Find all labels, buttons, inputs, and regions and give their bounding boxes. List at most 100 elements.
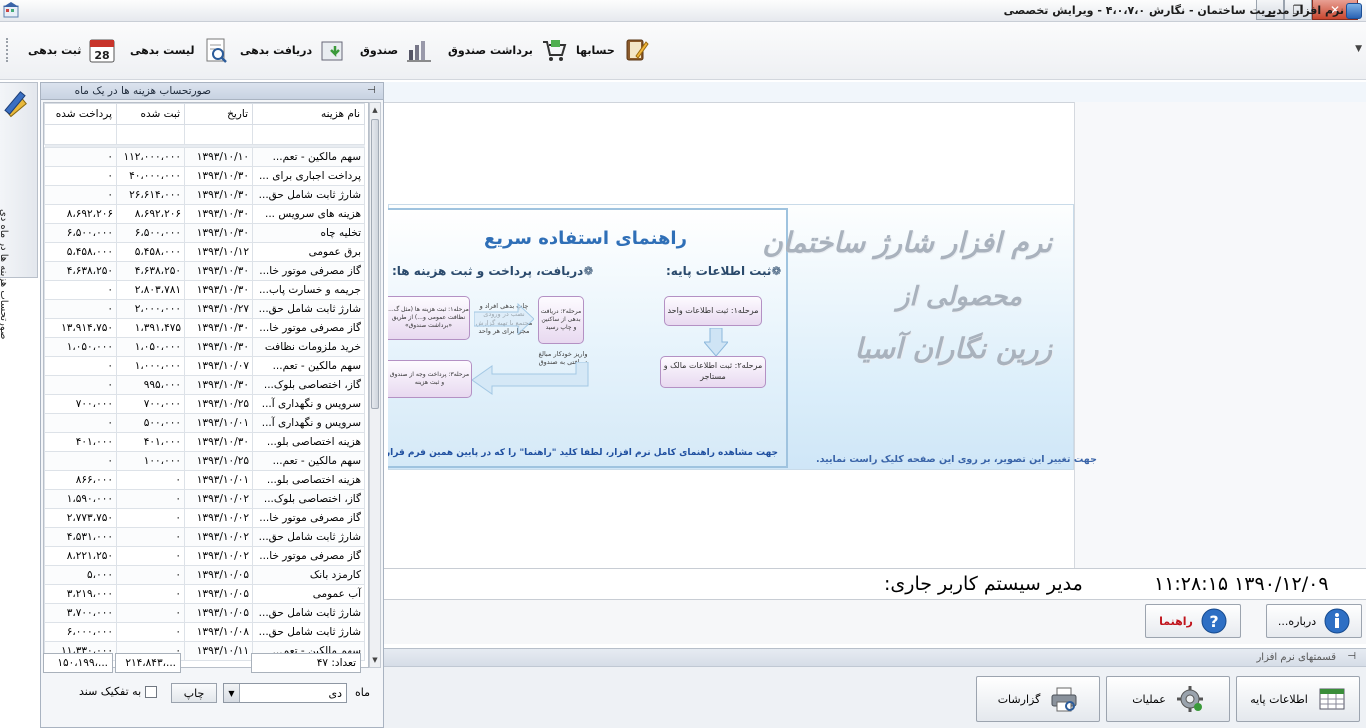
table-row[interactable]: ۴،۶۳۸،۲۵۰ ۴،۶۳۸،۲۵۰ ۱۳۹۳/۱۰/۳۰ گاز مصرفی مو… [44, 261, 365, 281]
toolbar-accounts-button[interactable]: حسابها [576, 32, 651, 68]
cell-paid: ۴،۶۳۸،۲۵۰ [44, 261, 117, 281]
guide-return-arrow-icon [472, 362, 589, 395]
cell-registered: ۲،۰۰۰،۰۰۰ [116, 299, 185, 319]
cell-name: شارژ ثابت شامل حق... [252, 185, 365, 205]
filter-cell-date[interactable] [184, 124, 253, 145]
cell-paid: ۵،۴۵۸،۰۰۰ [44, 242, 117, 262]
separate-by-document-checkbox[interactable]: به تفکیک سند [79, 685, 158, 698]
operations-button[interactable]: عملیات [1106, 676, 1230, 722]
scroll-up-icon[interactable]: ▲ [370, 103, 380, 117]
toolbar-overflow-chevron-icon[interactable]: ▼ [1355, 44, 1362, 54]
reports-button[interactable]: گزارشات [976, 676, 1100, 722]
table-row[interactable]: ۰ ۵۰۰،۰۰۰ ۱۳۹۳/۱۰/۰۱ سرویس و نگهداری آ... [44, 413, 365, 433]
table-row[interactable]: ۵،۴۵۸،۰۰۰ ۵،۴۵۸،۰۰۰ ۱۳۹۳/۱۰/۱۲ برق عمومی [44, 242, 365, 262]
table-row[interactable]: ۵،۰۰۰ ۰ ۱۳۹۳/۱۰/۰۵ کارمزد بانک [44, 565, 365, 585]
table-row[interactable]: ۰ ۲،۰۰۰،۰۰۰ ۱۳۹۳/۱۰/۲۷ شارژ ثابت شامل حق... [44, 299, 365, 319]
help-button[interactable]: ? راهنما [1145, 604, 1241, 638]
cell-registered: ۰ [116, 584, 185, 604]
calligraphy-line-3: زرین نگاران آسیا [854, 332, 1052, 365]
cell-paid: ۲،۷۷۳،۷۵۰ [44, 508, 117, 528]
column-header-registered[interactable]: ثبت شده [116, 103, 185, 125]
scroll-thumb[interactable] [371, 119, 379, 409]
cell-date: ۱۳۹۳/۱۰/۰۲ [184, 546, 253, 566]
table-row[interactable]: ۱۳،۹۱۴،۷۵۰ ۱،۳۹۱،۴۷۵ ۱۳۹۳/۱۰/۳۰ گاز مصرفی م… [44, 318, 365, 338]
quick-guide-card[interactable]: راهنمای استفاده سریع ❁دریافت، پرداخت و ث… [388, 208, 788, 468]
side-tab-expense-report[interactable]: صورتحساب هزینه ها در ماه دی [0, 82, 38, 339]
toolbar-register-debt-button[interactable]: 28 ثبت بدهی [28, 32, 117, 68]
toolbar-debt-list-button[interactable]: لیست بدهی [130, 32, 231, 68]
cell-paid: ۴۰۱،۰۰۰ [44, 432, 117, 452]
calligraphy-line-1: نرم افزار شارژ ساختمان [762, 226, 1052, 259]
table-row[interactable]: ۴۰۱،۰۰۰ ۴۰۱،۰۰۰ ۱۳۹۳/۱۰/۳۰ هزینه اختصاصی بل… [44, 432, 365, 452]
toolbar-cash-box-button[interactable]: صندوق [360, 32, 434, 68]
table-row[interactable]: ۰ ۱۱۲،۰۰۰،۰۰۰ ۱۳۹۳/۱۰/۱۰ سهم مالکین - تعم..… [44, 147, 365, 167]
cell-date: ۱۳۹۳/۱۰/۲۵ [184, 394, 253, 414]
table-row[interactable]: ۰ ۴۰،۰۰۰،۰۰۰ ۱۳۹۳/۱۰/۳۰ پرداخت اجباری برای … [44, 166, 365, 186]
table-row[interactable]: ۰ ۱۰۰،۰۰۰ ۱۳۹۳/۱۰/۲۵ سهم مالکین - تعم... [44, 451, 365, 471]
cell-name: کارمزد بانک [252, 565, 365, 585]
sections-panel-header: ⊣ قسمتهای نرم افزار [384, 649, 1366, 667]
print-button[interactable]: چاپ [171, 683, 217, 703]
month-select-value: دی [328, 686, 342, 700]
table-row[interactable]: ۸۶۶،۰۰۰ ۰ ۱۳۹۳/۱۰/۰۱ هزینه اختصاصی بلو... [44, 470, 365, 490]
month-select[interactable]: ▼ دی [223, 683, 347, 703]
filter-cell-registered[interactable] [116, 124, 185, 145]
status-bar: مدیر سیستم کاربر جاری: ۱۱:۲۸:۱۵ ۱۳۹۰/۱۲/… [384, 568, 1366, 600]
column-header-date[interactable]: تاریخ [184, 103, 253, 125]
scroll-down-icon[interactable]: ▼ [370, 653, 380, 667]
cash-withdraw-cart-icon [539, 35, 569, 65]
table-row[interactable]: ۰ ۹۹۵،۰۰۰ ۱۳۹۳/۱۰/۳۰ گاز، اختصاصی بلوک... [44, 375, 365, 395]
table-row[interactable]: ۰ ۱،۰۰۰،۰۰۰ ۱۳۹۳/۱۰/۰۷ سهم مالکین - تعم... [44, 356, 365, 376]
cell-date: ۱۳۹۳/۱۰/۳۰ [184, 337, 253, 357]
filter-cell-paid[interactable] [44, 124, 117, 145]
table-row[interactable]: ۳،۲۱۹،۰۰۰ ۰ ۱۳۹۳/۱۰/۰۵ آب عمومی [44, 584, 365, 604]
base-info-button[interactable]: اطلاعات پایه [1236, 676, 1360, 722]
table-row[interactable]: ۲،۷۷۳،۷۵۰ ۰ ۱۳۹۳/۱۰/۰۲ گاز مصرفی موتور خا..… [44, 508, 365, 528]
table-row[interactable]: ۶،۰۰۰،۰۰۰ ۰ ۱۳۹۳/۱۰/۰۸ شارژ ثابت شامل حق... [44, 622, 365, 642]
grid-vertical-scrollbar[interactable]: ▲ ▼ [369, 102, 381, 668]
banner-change-image-note: جهت تغییر این تصویر، بر روی این صفحه کلی… [816, 454, 1097, 465]
table-row[interactable]: ۴،۵۳۱،۰۰۰ ۰ ۱۳۹۳/۱۰/۰۲ شارژ ثابت شامل حق... [44, 527, 365, 547]
toolbar-cash-withdraw-button[interactable]: برداشت صندوق [448, 32, 569, 68]
table-row[interactable]: ۱،۰۵۰،۰۰۰ ۱،۰۵۰،۰۰۰ ۱۳۹۳/۱۰/۳۰ خرید ملزومات… [44, 337, 365, 357]
toolbar-receive-debt-button[interactable]: دریافت بدهی [240, 32, 348, 68]
cell-name: سرویس و نگهداری آ... [252, 394, 365, 414]
toolbar-grip[interactable] [6, 38, 9, 62]
table-row[interactable]: ۰ ۲،۸۰۳،۷۸۱ ۱۳۹۳/۱۰/۳۰ جریمه و خسارت پاب... [44, 280, 365, 300]
cell-registered: ۹۹۵،۰۰۰ [116, 375, 185, 395]
guide-title: راهنمای استفاده سریع [484, 228, 687, 249]
table-row[interactable]: ۱،۵۹۰،۰۰۰ ۰ ۱۳۹۳/۱۰/۰۲ گاز، اختصاصی بلوک... [44, 489, 365, 509]
cell-date: ۱۳۹۳/۱۰/۰۵ [184, 603, 253, 623]
about-button[interactable]: درباره... [1266, 604, 1362, 638]
table-row[interactable]: ۷۰۰،۰۰۰ ۷۰۰،۰۰۰ ۱۳۹۳/۱۰/۲۵ سرویس و نگهداری … [44, 394, 365, 414]
column-header-name[interactable]: نام هزینه [252, 103, 365, 125]
status-date: ۱۳۹۰/۱۲/۰۹ [1234, 573, 1329, 595]
cell-name: تخلیه چاه [252, 223, 365, 243]
cell-name: گاز مصرفی موتور خا... [252, 318, 365, 338]
receive-debt-icon [318, 35, 348, 65]
checkbox-box[interactable] [145, 685, 158, 698]
operations-label: عملیات [1132, 692, 1166, 706]
cell-paid: ۰ [44, 413, 117, 433]
table-row[interactable]: ۳،۷۰۰،۰۰۰ ۰ ۱۳۹۳/۱۰/۰۵ شارژ ثابت شامل حق... [44, 603, 365, 623]
guide-step2-text: مرحله۲: ثبت اطلاعات مالک و مستاجر [663, 361, 763, 381]
filter-cell-name[interactable] [252, 124, 365, 145]
table-row[interactable]: ۸،۶۹۲،۲۰۶ ۸،۶۹۲،۲۰۶ ۱۳۹۳/۱۰/۳۰ هزینه های سر… [44, 204, 365, 224]
cell-name: جریمه و خسارت پاب... [252, 280, 365, 300]
table-row[interactable]: ۸،۲۲۱،۲۵۰ ۰ ۱۳۹۳/۱۰/۰۲ گاز مصرفی موتور خا..… [44, 546, 365, 566]
cell-registered: ۴۰،۰۰۰،۰۰۰ [116, 166, 185, 186]
table-row[interactable]: ۰ ۲۶،۶۱۴،۰۰۰ ۱۳۹۳/۱۰/۳۰ شارژ ثابت شامل حق..… [44, 185, 365, 205]
cell-name: هزینه اختصاصی بلو... [252, 470, 365, 490]
sections-pin-icon[interactable]: ⊣ [1347, 651, 1356, 662]
pin-icon[interactable]: ⊣ [367, 85, 376, 96]
cell-date: ۱۳۹۳/۱۰/۰۵ [184, 565, 253, 585]
grid-footer: ۱۵۰،۱۹۹،... ۲۱۴،۸۴۳،... تعداد: ۴۷ [43, 653, 369, 675]
cell-paid: ۳،۲۱۹،۰۰۰ [44, 584, 117, 604]
column-header-paid[interactable]: پرداخت شده [44, 103, 117, 125]
chevron-down-icon[interactable]: ▼ [224, 684, 240, 702]
cell-date: ۱۳۹۳/۱۰/۳۰ [184, 280, 253, 300]
table-row[interactable]: ۶،۵۰۰،۰۰۰ ۶،۵۰۰،۰۰۰ ۱۳۹۳/۱۰/۳۰ تخلیه چاه [44, 223, 365, 243]
table-grid-icon [1319, 688, 1345, 710]
calligraphy-logo: نرم افزار شارژ ساختمان محصولی از زرین نگ… [762, 210, 1062, 380]
action-buttons-row: درباره... ? راهنما [384, 600, 1366, 644]
